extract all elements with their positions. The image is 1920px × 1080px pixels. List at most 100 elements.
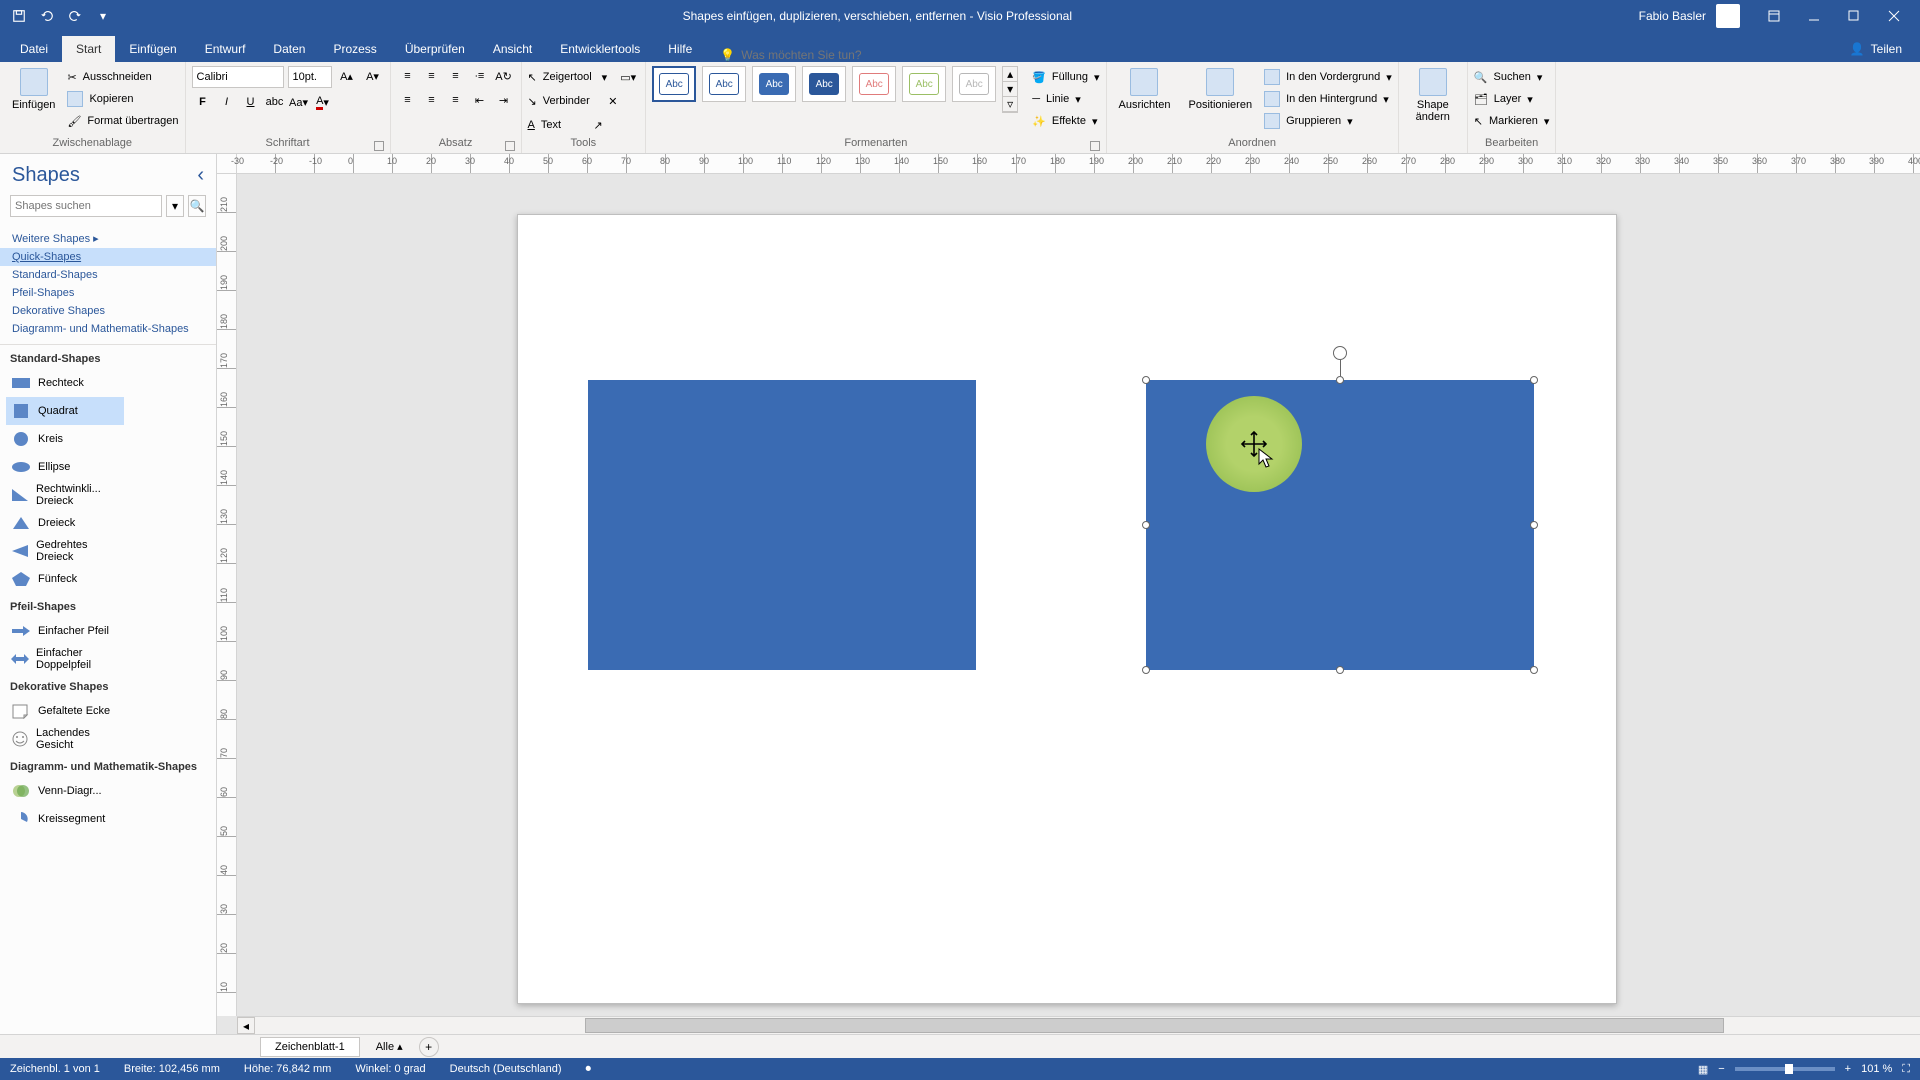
shape-chip-dreieck[interactable]: Dreieck bbox=[6, 509, 124, 537]
shapes-pane-collapse[interactable]: ‹ bbox=[197, 164, 204, 187]
x-tool-button[interactable]: ✕ bbox=[602, 91, 624, 111]
align-center-button[interactable]: ≡ bbox=[421, 90, 443, 110]
copy-button[interactable]: Kopieren bbox=[67, 88, 178, 110]
format-painter-button[interactable]: 🖌Format übertragen bbox=[67, 110, 178, 132]
style-swatch[interactable]: Abc bbox=[702, 66, 746, 102]
selection-handle-w[interactable] bbox=[1142, 521, 1150, 529]
shrink-font-button[interactable]: A▾ bbox=[362, 66, 384, 86]
zoom-in-button[interactable]: + bbox=[1845, 1063, 1851, 1075]
selection-handle-nw[interactable] bbox=[1142, 376, 1150, 384]
status-language[interactable]: Deutsch (Deutschland) bbox=[450, 1063, 562, 1075]
align-bottom-button[interactable]: ≡ bbox=[445, 66, 467, 86]
case-button[interactable]: Aa▾ bbox=[288, 92, 310, 112]
tab-prozess[interactable]: Prozess bbox=[319, 36, 390, 62]
align-left-button[interactable]: ≡ bbox=[397, 90, 419, 110]
macro-record-icon[interactable]: ⏺ bbox=[586, 1063, 592, 1076]
shape-chip-lachendes-gesicht[interactable]: Lachendes Gesicht bbox=[6, 725, 124, 753]
tab-hilfe[interactable]: Hilfe bbox=[654, 36, 706, 62]
selection-handle-s[interactable] bbox=[1336, 666, 1344, 674]
horizontal-scrollbar[interactable]: ◂ ▸ bbox=[237, 1016, 1920, 1034]
align-button[interactable]: Ausrichten bbox=[1113, 66, 1177, 113]
tab-start[interactable]: Start bbox=[62, 36, 115, 62]
undo-button[interactable] bbox=[34, 3, 60, 29]
rotate-text-button[interactable]: A↻ bbox=[493, 66, 515, 86]
shape-rectangle-2-selected[interactable] bbox=[1146, 380, 1534, 670]
shape-styles-launcher[interactable] bbox=[1090, 141, 1100, 151]
rect-tool-button[interactable]: ▭▾ bbox=[617, 67, 639, 87]
gallery-expand[interactable]: ▿ bbox=[1003, 97, 1017, 112]
maximize-button[interactable] bbox=[1834, 2, 1874, 30]
user-avatar[interactable] bbox=[1716, 4, 1740, 28]
stencil-quick-shapes[interactable]: Quick-Shapes bbox=[0, 248, 216, 266]
effects-button[interactable]: ✨Effekte▾ bbox=[1032, 110, 1099, 132]
line-button[interactable]: ─Linie▾ bbox=[1032, 88, 1099, 110]
find-button[interactable]: 🔍Suchen▾ bbox=[1474, 66, 1550, 88]
font-dialog-launcher[interactable] bbox=[374, 141, 384, 151]
shape-chip-kreissegment[interactable]: Kreissegment bbox=[6, 805, 124, 833]
position-button[interactable]: Positionieren bbox=[1182, 66, 1258, 113]
increase-indent-button[interactable]: ⇥ bbox=[493, 90, 515, 110]
selection-handle-sw[interactable] bbox=[1142, 666, 1150, 674]
text-tool-button[interactable]: AText↗ bbox=[528, 114, 610, 136]
fill-button[interactable]: 🪣Füllung▾ bbox=[1032, 66, 1099, 88]
bold-button[interactable]: F bbox=[192, 92, 214, 112]
style-swatch[interactable]: Abc bbox=[652, 66, 696, 102]
stencil-pfeil-shapes[interactable]: Pfeil-Shapes bbox=[0, 284, 216, 302]
paste-button[interactable]: Einfügen bbox=[6, 66, 61, 113]
shape-chip-rechteck[interactable]: Rechteck bbox=[6, 369, 124, 397]
style-swatch[interactable]: Abc bbox=[902, 66, 946, 102]
tab-überprüfen[interactable]: Überprüfen bbox=[391, 36, 479, 62]
selection-handle-n[interactable] bbox=[1336, 376, 1344, 384]
tab-datei[interactable]: Datei bbox=[6, 36, 62, 62]
style-swatch[interactable]: Abc bbox=[802, 66, 846, 102]
more-shapes-button[interactable]: Weitere Shapes ▸ bbox=[0, 229, 216, 248]
stencil-diagramm-und-mathematik-shapes[interactable]: Diagramm- und Mathematik-Shapes bbox=[0, 320, 216, 338]
gallery-row-down[interactable]: ▾ bbox=[1003, 82, 1017, 97]
tab-entwurf[interactable]: Entwurf bbox=[191, 36, 260, 62]
decrease-indent-button[interactable]: ⇤ bbox=[469, 90, 491, 110]
shapes-search-button[interactable]: 🔍 bbox=[188, 195, 206, 217]
shape-chip-gefaltete-ecke[interactable]: Gefaltete Ecke bbox=[6, 697, 124, 725]
presentation-mode-button[interactable]: ▦ bbox=[1698, 1063, 1708, 1076]
redo-button[interactable] bbox=[62, 3, 88, 29]
strikethrough-button[interactable]: abc bbox=[264, 92, 286, 112]
hscroll-left[interactable]: ◂ bbox=[237, 1017, 255, 1034]
rotation-handle[interactable] bbox=[1333, 346, 1347, 360]
share-button[interactable]: 👤Teilen bbox=[1838, 36, 1914, 62]
sheet-all-dropdown[interactable]: Alle ▴ bbox=[370, 1037, 409, 1056]
pointer-tool-button[interactable]: ↖Zeigertool▾▭▾ bbox=[528, 66, 640, 88]
zoom-slider-knob[interactable] bbox=[1785, 1064, 1793, 1074]
fit-page-button[interactable]: ⛶ bbox=[1902, 1063, 1910, 1076]
shape-chip-f-nfeck[interactable]: Fünfeck bbox=[6, 565, 124, 593]
style-swatch[interactable]: Abc bbox=[952, 66, 996, 102]
page[interactable] bbox=[517, 214, 1617, 1004]
shape-chip-ellipse[interactable]: Ellipse bbox=[6, 453, 124, 481]
tab-entwicklertools[interactable]: Entwicklertools bbox=[546, 36, 654, 62]
tab-daten[interactable]: Daten bbox=[259, 36, 319, 62]
group-button[interactable]: Gruppieren▾ bbox=[1264, 110, 1392, 132]
font-name-combo[interactable] bbox=[192, 66, 284, 88]
bullets-button[interactable]: ∙≡ bbox=[469, 66, 491, 86]
hscroll-track[interactable] bbox=[255, 1017, 1920, 1034]
shape-chip-einfacher-doppelpfeil[interactable]: Einfacher Doppelpfeil bbox=[6, 645, 124, 673]
selection-handle-e[interactable] bbox=[1530, 521, 1538, 529]
sheet-tab-active[interactable]: Zeichenblatt-1 bbox=[260, 1037, 360, 1057]
zoom-level[interactable]: 101 % bbox=[1861, 1063, 1892, 1075]
send-back-button[interactable]: In den Hintergrund▾ bbox=[1264, 88, 1392, 110]
shape-chip-rechtwinkli-dreieck[interactable]: Rechtwinkli... Dreieck bbox=[6, 481, 124, 509]
shape-chip-kreis[interactable]: Kreis bbox=[6, 425, 124, 453]
grow-font-button[interactable]: A▴ bbox=[336, 66, 358, 86]
italic-button[interactable]: I bbox=[216, 92, 238, 112]
shape-rectangle-1[interactable] bbox=[588, 380, 976, 670]
align-top-button[interactable]: ≡ bbox=[397, 66, 419, 86]
align-middle-button[interactable]: ≡ bbox=[421, 66, 443, 86]
underline-button[interactable]: U bbox=[240, 92, 262, 112]
user-name[interactable]: Fabio Basler bbox=[1639, 9, 1706, 23]
shapes-search-input[interactable] bbox=[10, 195, 162, 217]
align-right-button[interactable]: ≡ bbox=[445, 90, 467, 110]
save-button[interactable] bbox=[6, 3, 32, 29]
minimize-button[interactable] bbox=[1794, 2, 1834, 30]
paragraph-dialog-launcher[interactable] bbox=[505, 141, 515, 151]
tell-me-input[interactable] bbox=[741, 48, 941, 62]
select-button[interactable]: ↖Markieren▾ bbox=[1474, 110, 1550, 132]
